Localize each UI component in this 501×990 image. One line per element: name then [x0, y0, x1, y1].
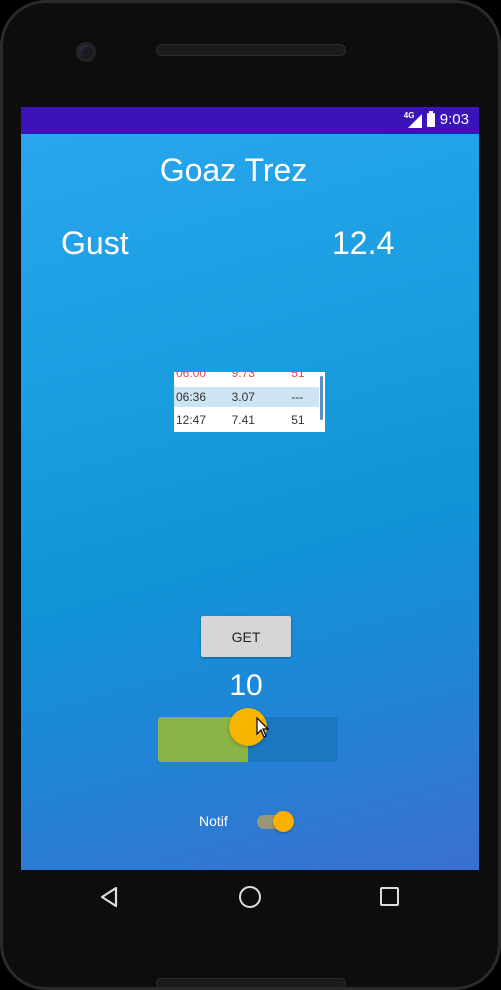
table-row-selected[interactable]: 06:36 3.07 --- [174, 387, 319, 407]
table-cell-extra: 51 [291, 372, 305, 380]
front-camera [76, 42, 96, 62]
back-icon[interactable] [99, 886, 119, 908]
app-title: Goaz Trez [159, 152, 308, 188]
table-cell-extra: --- [291, 390, 304, 404]
table-row[interactable]: 06:00 9.73 51 [174, 372, 319, 383]
data-table[interactable]: 06:00 9.73 51 06:36 3.07 --- 12:47 7.41 … [174, 372, 325, 432]
table-cell-time: 06:00 [176, 372, 207, 380]
table-row[interactable]: 12:47 7.41 51 [174, 410, 319, 430]
notif-label: Notif [199, 813, 228, 829]
status-bar: 4G 9:03 [21, 107, 479, 134]
home-icon[interactable] [239, 886, 261, 908]
recents-icon[interactable] [380, 887, 399, 906]
bottom-speaker [156, 978, 346, 988]
signal-icon: 4G [404, 111, 422, 128]
battery-icon [426, 110, 435, 127]
earpiece-speaker [156, 44, 346, 56]
table-cell-value: 7.41 [231, 413, 255, 427]
table-scrollbar[interactable] [320, 376, 323, 420]
status-time: 9:03 [439, 111, 469, 128]
phone-frame: 4G 9:03 Goaz Trez Gust 12.4 06:00 9.73 5… [0, 0, 501, 990]
switch-knob [273, 811, 294, 832]
gust-label: Gust [61, 225, 129, 261]
navigation-bar [0, 870, 501, 925]
table-cell-time: 06:36 [176, 390, 207, 404]
notif-switch[interactable] [255, 810, 295, 832]
app-screen: 4G 9:03 Goaz Trez Gust 12.4 06:00 9.73 5… [21, 107, 479, 870]
table-cell-value: 9.73 [231, 372, 255, 380]
counter-value: 10 [229, 669, 263, 702]
get-button[interactable]: GET [201, 616, 291, 657]
table-cell-time: 12:47 [176, 413, 207, 427]
table-cell-value: 3.07 [231, 390, 255, 404]
gust-value: 12.4 [332, 225, 395, 261]
table-cell-extra: 51 [291, 413, 305, 427]
mouse-cursor-icon [256, 717, 270, 738]
